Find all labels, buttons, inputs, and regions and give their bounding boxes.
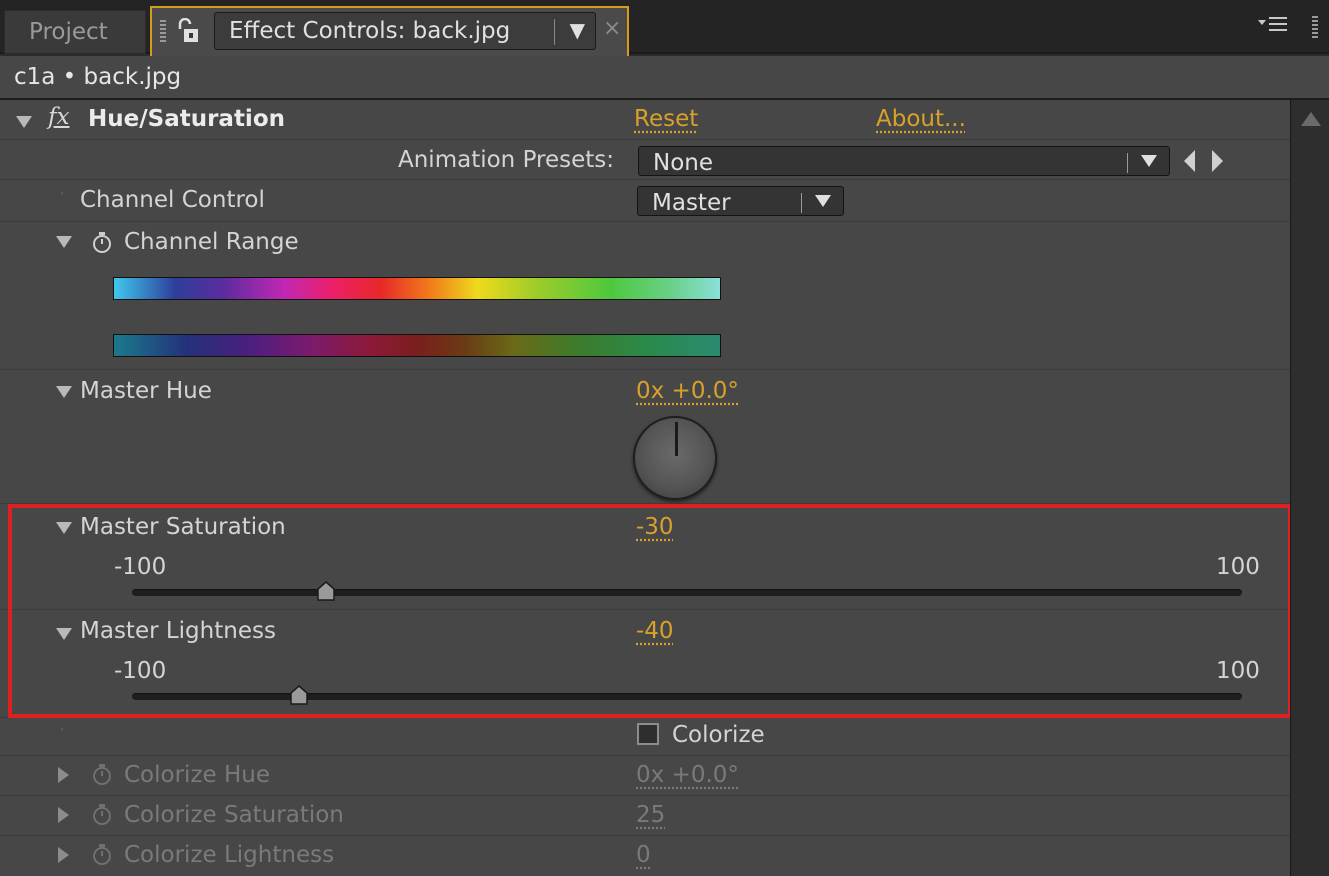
dropdown-separator xyxy=(1127,153,1128,173)
channel-range-label: Channel Range xyxy=(124,229,299,255)
slider-max-label: 100 xyxy=(1216,554,1260,580)
colorize-saturation-label: Colorize Saturation xyxy=(124,802,344,828)
stopwatch-icon[interactable] xyxy=(90,762,114,786)
next-preset-icon[interactable] xyxy=(1212,150,1223,172)
vertical-scrollbar[interactable] xyxy=(1290,100,1329,876)
master-lightness-value[interactable]: -40 xyxy=(636,618,674,644)
close-icon[interactable]: × xyxy=(603,16,621,41)
previous-preset-icon[interactable] xyxy=(1184,150,1195,172)
dropdown-separator xyxy=(554,19,555,45)
colorize-saturation-value: 25 xyxy=(636,802,666,828)
dial-indicator xyxy=(675,422,678,456)
channel-control-value: Master xyxy=(652,190,731,216)
channel-range-input-bar[interactable] xyxy=(113,277,721,300)
colorize-lightness-label: Colorize Lightness xyxy=(124,842,335,868)
master-hue-label: Master Hue xyxy=(80,378,212,404)
effect-name: Hue/Saturation xyxy=(88,106,285,132)
colorize-saturation-row: Colorize Saturation 25 xyxy=(0,796,1290,836)
channel-range-output-bar xyxy=(113,334,721,357)
collapse-triangle-icon[interactable] xyxy=(56,386,72,398)
chevron-down-icon[interactable] xyxy=(1141,155,1157,167)
effect-header-row: fx Hue/Saturation Reset About... xyxy=(0,100,1290,140)
breadcrumb: c1a • back.jpg xyxy=(0,56,1329,100)
tab-grip-icon[interactable] xyxy=(160,20,166,42)
master-saturation-value[interactable]: -30 xyxy=(636,514,674,540)
bullet-dot: · xyxy=(60,722,65,738)
tab-project[interactable]: Project xyxy=(4,10,146,54)
bullet-dot: · xyxy=(60,186,65,202)
tab-title-dropdown[interactable]: Effect Controls: back.jpg ▼ xyxy=(214,12,596,50)
scroll-up-icon[interactable] xyxy=(1301,112,1321,126)
slider-max-label: 100 xyxy=(1216,658,1260,684)
lock-icon[interactable] xyxy=(174,18,202,44)
channel-control-row: · Channel Control Master xyxy=(0,180,1290,222)
animation-presets-value: None xyxy=(653,150,714,176)
expand-triangle-icon[interactable] xyxy=(58,767,69,783)
panel-tab-bar: Project Effect Controls: back.jpg ▼ × xyxy=(0,0,1329,56)
tab-effect-controls[interactable]: Effect Controls: back.jpg ▼ × xyxy=(150,6,629,56)
dropdown-separator xyxy=(801,193,802,213)
colorize-lightness-row: Colorize Lightness 0 xyxy=(0,836,1290,876)
colorize-hue-row: Colorize Hue 0x +0.0° xyxy=(0,756,1290,796)
colorize-lightness-value: 0 xyxy=(636,842,651,868)
animation-presets-label: Animation Presets: xyxy=(398,147,615,173)
collapse-triangle-icon[interactable] xyxy=(56,522,72,534)
master-lightness-slider-thumb[interactable] xyxy=(289,685,309,705)
expand-triangle-icon[interactable] xyxy=(58,807,69,823)
panel-grip-icon[interactable] xyxy=(1312,16,1318,38)
collapse-triangle-icon[interactable] xyxy=(16,116,32,128)
colorize-hue-label: Colorize Hue xyxy=(124,762,270,788)
stopwatch-icon[interactable] xyxy=(90,802,114,826)
master-hue-value[interactable]: 0x +0.0° xyxy=(636,378,739,404)
master-saturation-label: Master Saturation xyxy=(80,514,286,540)
colorize-checkbox[interactable] xyxy=(637,723,659,745)
breadcrumb-label: c1a • back.jpg xyxy=(14,64,182,90)
chevron-down-icon[interactable] xyxy=(815,195,831,207)
collapse-triangle-icon[interactable] xyxy=(56,628,72,640)
expand-triangle-icon[interactable] xyxy=(58,847,69,863)
stopwatch-icon[interactable] xyxy=(90,842,114,866)
master-saturation-slider-track[interactable] xyxy=(132,589,1242,596)
slider-min-label: -100 xyxy=(114,554,167,580)
collapse-triangle-icon[interactable] xyxy=(56,236,72,248)
panel-menu-icon[interactable] xyxy=(1256,14,1290,36)
animation-presets-dropdown[interactable]: None xyxy=(638,146,1170,176)
master-lightness-row: Master Lightness -40 -100 100 xyxy=(0,610,1290,718)
chevron-down-icon[interactable]: ▼ xyxy=(570,18,585,42)
animation-presets-row: Animation Presets: None xyxy=(0,140,1290,180)
stopwatch-icon[interactable] xyxy=(90,230,114,254)
slider-min-label: -100 xyxy=(114,658,167,684)
colorize-hue-value: 0x +0.0° xyxy=(636,762,739,788)
colorize-label: Colorize xyxy=(672,722,765,748)
reset-button[interactable]: Reset xyxy=(634,106,698,132)
master-saturation-slider-thumb[interactable] xyxy=(316,581,336,601)
fx-icon[interactable]: fx xyxy=(48,104,69,130)
channel-control-dropdown[interactable]: Master xyxy=(637,186,844,216)
about-button[interactable]: About... xyxy=(876,106,966,132)
master-lightness-label: Master Lightness xyxy=(80,618,276,644)
tab-title-label: Effect Controls: back.jpg xyxy=(229,18,511,44)
master-hue-dial[interactable] xyxy=(633,416,717,500)
channel-control-label: Channel Control xyxy=(80,187,265,213)
tab-project-label: Project xyxy=(29,19,108,45)
